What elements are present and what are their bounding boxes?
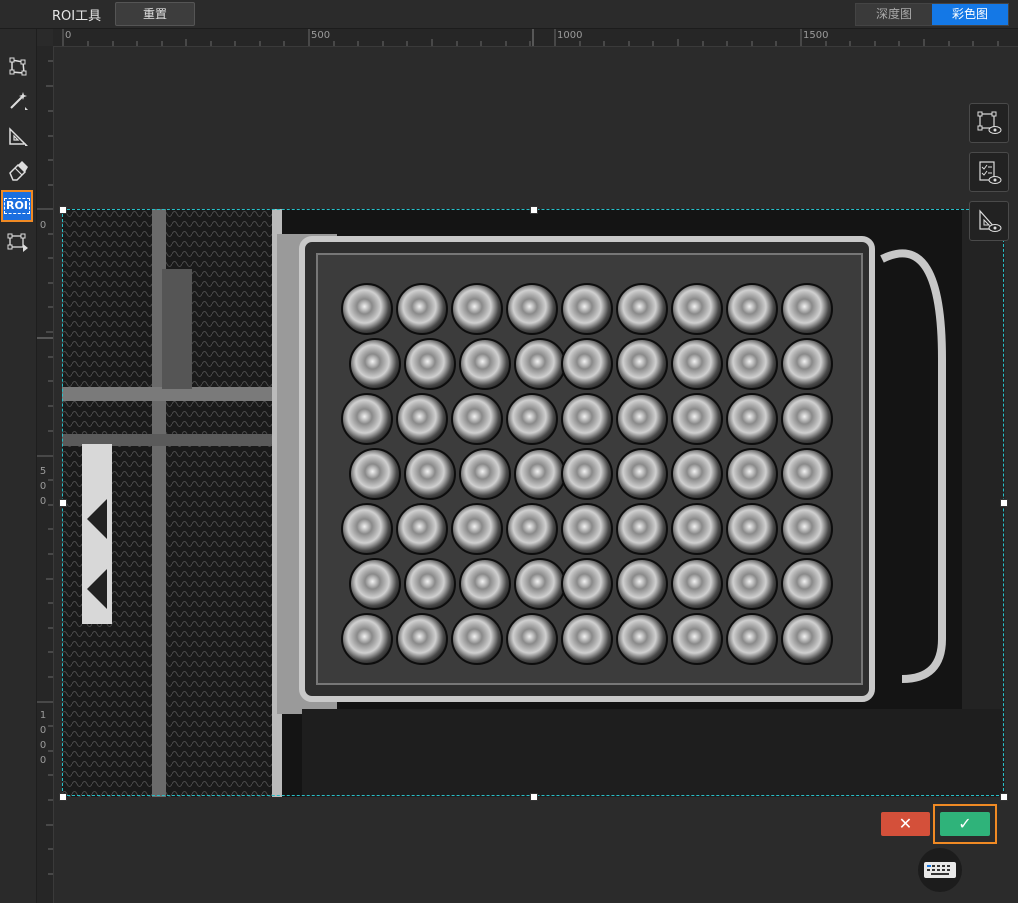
top-bar: ROI工具 重置 深度图 彩色图: [0, 0, 1018, 29]
polygon-view-icon: [977, 111, 1002, 134]
roi-tool-label: ROI: [4, 198, 30, 214]
tab-color-image[interactable]: 彩色图: [932, 4, 1008, 25]
set-square-icon: [9, 127, 28, 146]
eraser-icon: [9, 161, 28, 181]
roi-handle-bottom[interactable]: [530, 793, 538, 801]
set-square-tool-button[interactable]: [4, 123, 32, 151]
keyboard-button[interactable]: [918, 848, 962, 892]
roi-tool-button[interactable]: ROI: [1, 190, 33, 222]
roi-play-icon: [7, 233, 28, 252]
tool-title: ROI工具: [52, 9, 102, 24]
roi-play-tool-button[interactable]: [4, 228, 32, 256]
polygon-view-button[interactable]: [969, 103, 1009, 143]
roi-handle-right[interactable]: [1000, 499, 1008, 507]
magic-wand-icon: [10, 92, 28, 110]
confirm-button[interactable]: ✓: [940, 812, 990, 836]
left-toolbar: ROI: [0, 29, 37, 903]
checklist-view-button[interactable]: [969, 152, 1009, 192]
eraser-tool-button[interactable]: [4, 157, 32, 185]
confirm-highlight: ✓: [933, 804, 997, 844]
set-square-view-icon: [979, 209, 1002, 232]
horizontal-ruler: 0 500 1000 1500: [53, 29, 1018, 47]
set-square-view-button[interactable]: [969, 201, 1009, 241]
ruler-label-1500: 1500: [803, 30, 829, 41]
roi-handle-bottom-right[interactable]: [1000, 793, 1008, 801]
reset-button[interactable]: 重置: [115, 2, 195, 26]
vertical-ruler: 0 500 1000: [37, 46, 54, 903]
polygon-tool-button[interactable]: [4, 53, 32, 81]
tab-depth-image[interactable]: 深度图: [856, 4, 932, 25]
ruler-label-1000: 1000: [557, 30, 583, 41]
roi-handle-bottom-left[interactable]: [59, 793, 67, 801]
roi-handle-top[interactable]: [530, 206, 538, 214]
polygon-icon: [9, 57, 27, 76]
camera-image: [62, 209, 1005, 797]
ruler-label-0: 0: [65, 30, 72, 41]
roi-handle-left[interactable]: [59, 499, 67, 507]
cancel-button[interactable]: ✕: [881, 812, 930, 836]
keyboard-icon: [924, 862, 956, 878]
ruler-label-v500: 500: [39, 466, 47, 507]
magic-wand-tool-button[interactable]: [4, 87, 32, 115]
roi-handle-top-left[interactable]: [59, 206, 67, 214]
checklist-view-icon: [979, 161, 1002, 184]
ruler-label-500: 500: [311, 30, 331, 41]
ruler-label-v1000: 1000: [39, 710, 47, 766]
view-toggle: 深度图 彩色图: [855, 3, 1009, 26]
ruler-label-v0: 0: [39, 220, 47, 231]
